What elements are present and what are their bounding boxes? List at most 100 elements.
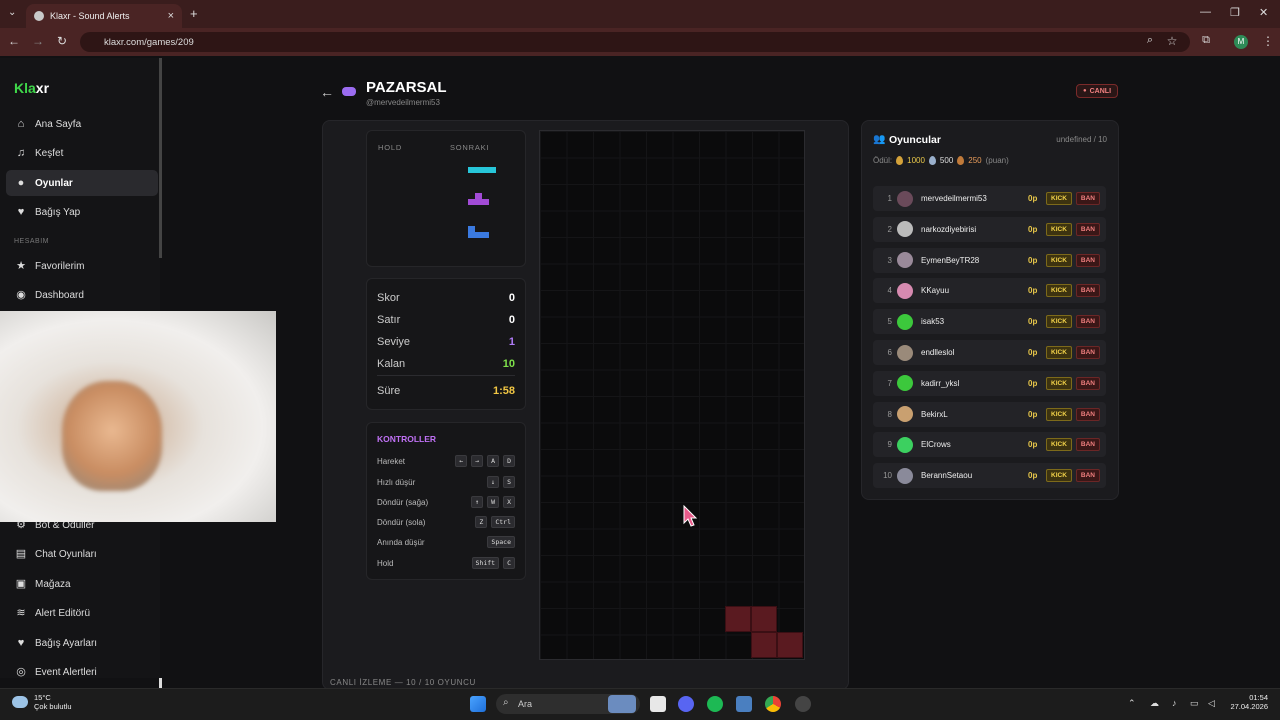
control-label: Anında düşür — [377, 537, 425, 547]
logo[interactable]: Klaxr — [14, 80, 49, 96]
tetris-board[interactable] — [539, 130, 805, 660]
player-row: 7 kadirr_yksl 0p KICK BAN — [873, 370, 1106, 396]
ban-button[interactable]: BAN — [1075, 407, 1100, 421]
locked-block — [725, 606, 751, 632]
app-icon[interactable] — [795, 696, 811, 712]
sidebar-item-label: Oyunlar — [35, 177, 73, 189]
tab-search-icon[interactable]: ⌄ — [8, 7, 16, 18]
network-icon[interactable]: ▭ — [1190, 698, 1199, 709]
volume-icon[interactable]: ◁ — [1208, 698, 1215, 709]
clock[interactable]: 01:54 27.04.2026 — [1228, 693, 1268, 711]
back-nav-icon[interactable]: ← — [6, 34, 22, 48]
taskbar — [0, 688, 1280, 720]
sidebar-item-alert-editoru[interactable]: ≋ Alert Editörü — [6, 600, 158, 626]
back-arrow-icon[interactable]: ← — [320, 84, 334, 100]
menu-kebab-icon[interactable]: ⋮ — [1260, 34, 1276, 48]
browser-tab[interactable]: Klaxr - Sound Alerts × — [26, 4, 182, 28]
ban-button[interactable]: BAN — [1075, 469, 1100, 483]
sidebar-item-bagis-ayarlari[interactable]: ♥ Bağış Ayarları — [6, 630, 158, 656]
restore-icon[interactable]: ❐ — [1230, 6, 1240, 19]
search-icon: ⌕ — [503, 697, 509, 708]
prize-row: Ödül: 1000 500 250 (puan) — [873, 156, 1009, 165]
file-explorer-icon[interactable] — [650, 696, 666, 712]
kick-button[interactable]: KICK — [1046, 469, 1072, 483]
page-title: PAZARSAL — [366, 79, 447, 96]
ban-button[interactable]: BAN — [1075, 376, 1100, 390]
kick-button[interactable]: KICK — [1046, 284, 1072, 298]
windows-start-icon[interactable] — [470, 696, 486, 712]
players-count: undefined / 10 — [1056, 135, 1107, 144]
prize-unit: (puan) — [985, 156, 1009, 165]
kick-button[interactable]: KICK — [1046, 315, 1072, 329]
target-icon: ◎ — [16, 666, 26, 678]
sidebar-item-bagis-yap[interactable]: ♥ Bağış Yap — [6, 199, 158, 225]
tray-chevron-icon[interactable]: ⌃ — [1128, 698, 1136, 709]
sidebar-item-kesfet[interactable]: ♫ Keşfet — [6, 140, 158, 166]
sidebar-item-event-alertleri[interactable]: ◎ Event Alertleri — [6, 659, 158, 685]
kick-button[interactable]: KICK — [1046, 222, 1072, 236]
player-points: 0p — [1028, 348, 1038, 357]
new-tab-icon[interactable]: + — [190, 6, 198, 21]
kick-button[interactable]: KICK — [1046, 376, 1072, 390]
sidebar-item-chat-oyunlari[interactable]: ▤ Chat Oyunları — [6, 541, 158, 567]
player-name: EymenBeyTR28 — [921, 255, 980, 265]
kick-button[interactable]: KICK — [1046, 407, 1072, 421]
ban-button[interactable]: BAN — [1075, 192, 1100, 205]
player-points: 0p — [1028, 194, 1038, 203]
ban-button[interactable]: BAN — [1075, 284, 1100, 298]
url-input[interactable]: klaxr.com/games/209 — [80, 32, 1190, 52]
sidebar-item-label: Event Alertleri — [35, 666, 97, 678]
steam-icon[interactable] — [736, 696, 752, 712]
forward-nav-icon[interactable]: → — [30, 34, 46, 48]
minimize-icon[interactable]: — — [1200, 6, 1211, 18]
close-window-icon[interactable]: ✕ — [1259, 6, 1268, 19]
zoom-icon[interactable]: ⌕ — [1142, 34, 1158, 47]
player-name: mervedeilmermi53 — [921, 194, 987, 203]
cloud-icon — [12, 696, 28, 708]
next-piece-j — [468, 226, 489, 238]
keycap: Space — [487, 536, 515, 548]
onedrive-icon[interactable]: ☁ — [1150, 698, 1159, 709]
kick-button[interactable]: KICK — [1046, 192, 1072, 205]
player-points: 0p — [1028, 409, 1038, 419]
stat-lines: Satır 0 — [377, 314, 515, 326]
mic-icon[interactable]: ♪ — [1172, 698, 1177, 708]
ban-button[interactable]: BAN — [1075, 346, 1100, 359]
sidebar-scroll-thumb[interactable] — [159, 678, 162, 688]
favicon-icon — [34, 11, 44, 21]
tab-close-icon[interactable]: × — [168, 10, 174, 22]
kick-button[interactable]: KICK — [1046, 253, 1072, 267]
clock-time: 01:54 — [1249, 693, 1268, 702]
player-rank: 6 — [887, 348, 892, 357]
control-keys: ↑ W X — [471, 496, 515, 508]
weather-widget[interactable]: 15°C Çok bulutlu — [12, 693, 72, 711]
reload-icon[interactable]: ↻ — [54, 34, 70, 48]
extensions-icon[interactable]: ⧉ — [1198, 34, 1214, 47]
spotify-icon[interactable] — [707, 696, 723, 712]
stat-score: Skor 0 — [377, 292, 515, 304]
stat-level: Seviye 1 — [377, 336, 515, 348]
ban-button[interactable]: BAN — [1075, 253, 1100, 267]
player-name: endlleslol — [921, 348, 955, 357]
player-name: KKayuu — [921, 286, 950, 296]
control-label: Hareket — [377, 456, 406, 466]
bookmark-star-icon[interactable]: ☆ — [1164, 34, 1180, 48]
kick-button[interactable]: KICK — [1046, 346, 1072, 359]
sidebar-item-oyunlar[interactable]: ● Oyunlar — [6, 170, 158, 196]
player-points: 0p — [1028, 286, 1038, 296]
keycap: X — [503, 496, 515, 508]
ban-button[interactable]: BAN — [1075, 438, 1100, 452]
url-text: klaxr.com/games/209 — [104, 36, 194, 48]
sidebar-item-favorilerim[interactable]: ★ Favorilerim — [6, 253, 158, 279]
sidebar-item-dashboard[interactable]: ◉ Dashboard — [6, 282, 158, 308]
kick-button[interactable]: KICK — [1046, 438, 1072, 452]
ban-button[interactable]: BAN — [1075, 315, 1100, 329]
sidebar-item-magaza[interactable]: ▣ Mağaza — [6, 571, 158, 597]
discord-icon[interactable] — [678, 696, 694, 712]
profile-avatar[interactable]: M — [1234, 35, 1248, 49]
weather-desc: Çok bulutlu — [34, 702, 72, 711]
ban-button[interactable]: BAN — [1075, 222, 1100, 236]
sidebar-item-ana-sayfa[interactable]: ⌂ Ana Sayfa — [6, 111, 158, 137]
chrome-icon[interactable] — [765, 696, 781, 712]
sidebar-scrollbar[interactable] — [159, 58, 162, 258]
